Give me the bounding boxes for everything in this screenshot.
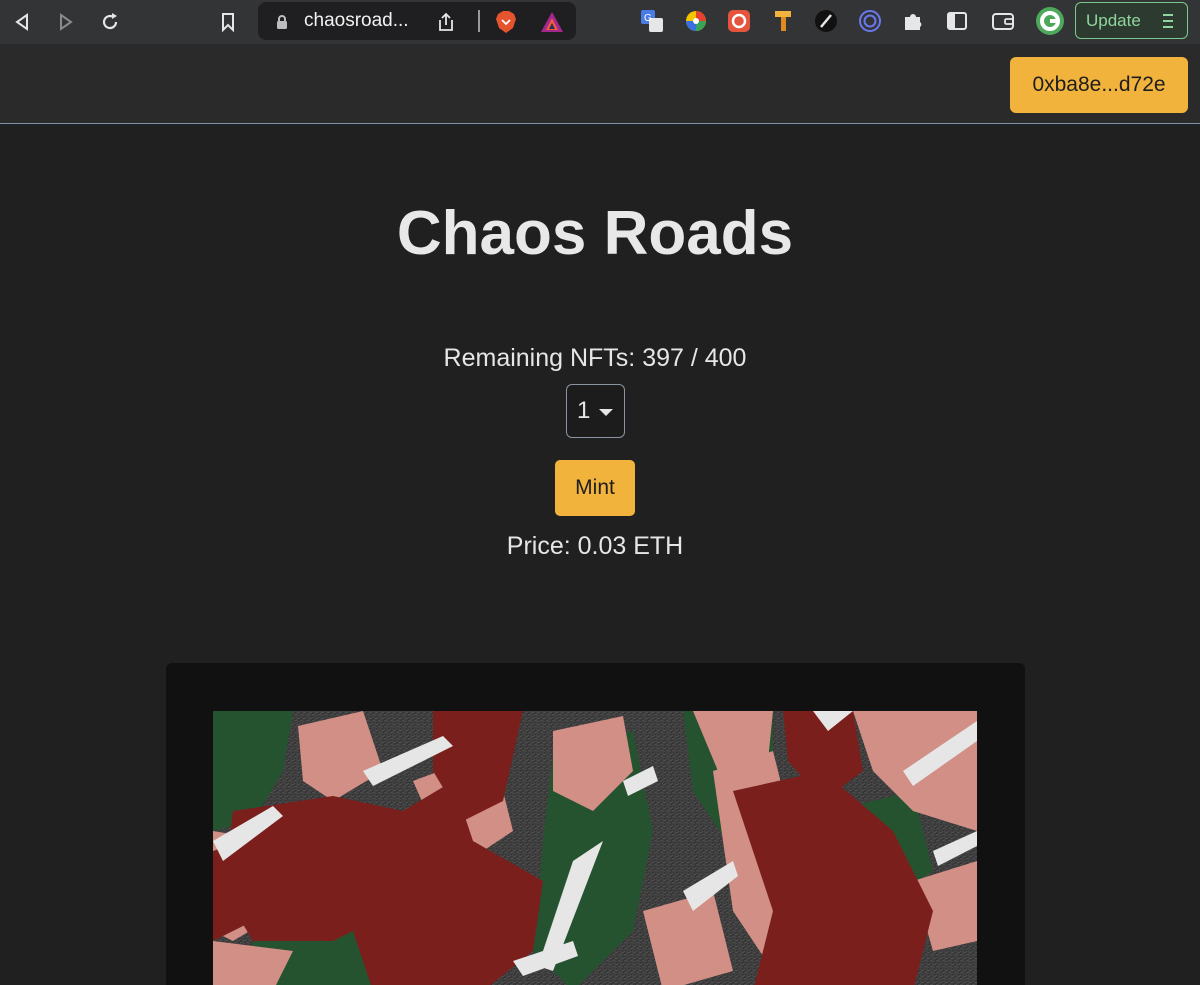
puzzle-extensions-icon[interactable]	[900, 8, 926, 34]
nft-artwork-image	[213, 711, 977, 985]
wallet-icon[interactable]	[990, 8, 1016, 34]
url-separator	[478, 10, 480, 32]
share-icon[interactable]	[430, 6, 462, 38]
quantity-value: 1	[577, 397, 591, 424]
chevron-down-icon	[599, 409, 613, 416]
pin-icon[interactable]	[770, 8, 796, 34]
color-wheel-icon[interactable]	[683, 8, 709, 34]
quantity-select[interactable]: 1	[566, 384, 625, 438]
price-label: Price: 0.03 ETH	[506, 532, 684, 560]
circle-target-icon[interactable]	[857, 8, 883, 34]
forward-arrow-icon[interactable]	[50, 6, 82, 38]
remaining-nfts-label: Remaining NFTs: 397 / 400	[443, 344, 747, 372]
record-icon[interactable]	[726, 8, 752, 34]
bookmark-icon[interactable]	[212, 6, 244, 38]
lock-icon	[266, 6, 298, 38]
svg-text:G: G	[644, 13, 652, 24]
brave-rewards-icon[interactable]	[536, 6, 568, 38]
menu-lines-icon	[1161, 12, 1175, 35]
mint-button[interactable]: Mint	[555, 460, 635, 516]
wallet-address-button[interactable]: 0xba8e...d72e	[1010, 57, 1188, 113]
update-button-label: Update	[1086, 10, 1141, 30]
reload-icon[interactable]	[94, 6, 126, 38]
profile-avatar-icon[interactable]	[1035, 6, 1065, 36]
browser-toolbar: chaosroad... G Update	[0, 0, 1200, 44]
sidebar-icon[interactable]	[944, 8, 970, 34]
page-title: Chaos Roads	[396, 199, 794, 268]
back-arrow-icon[interactable]	[6, 6, 38, 38]
app-header: 0xba8e...d72e	[0, 44, 1200, 124]
update-button[interactable]: Update	[1075, 2, 1188, 39]
translate-icon[interactable]: G	[639, 8, 665, 34]
slash-icon[interactable]	[813, 8, 839, 34]
brave-lion-icon[interactable]	[490, 6, 522, 38]
url-text[interactable]: chaosroad...	[304, 10, 409, 32]
